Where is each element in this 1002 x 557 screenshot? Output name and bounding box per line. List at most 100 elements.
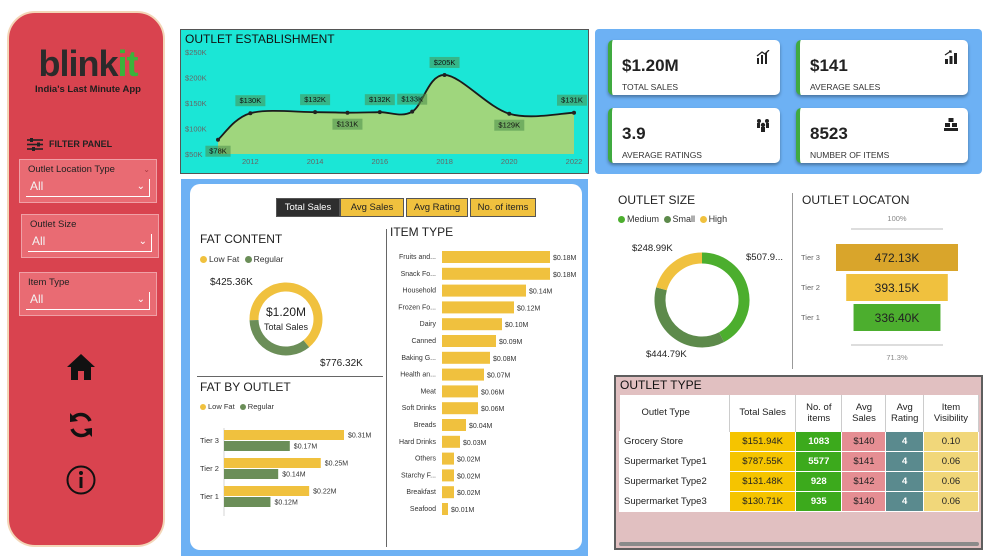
- col-avg-rating[interactable]: Avg Rating: [885, 395, 924, 431]
- data-label: $776.32K: [320, 358, 363, 369]
- y-tick-label: $150K: [185, 99, 207, 108]
- table-cell: 4: [885, 490, 924, 512]
- data-label: $0.12M: [517, 305, 541, 312]
- table-cell: $140: [841, 430, 887, 452]
- establishment-area-chart: $50K $100K $150K $200K $250K 2012 2014 2016 2018…: [185, 48, 587, 166]
- outlet-size-dropdown[interactable]: All ⌄: [28, 234, 152, 252]
- legend-dot-small: [663, 216, 671, 224]
- data-point: [313, 110, 318, 115]
- data-label: $0.25M: [325, 461, 349, 468]
- bar: [442, 318, 502, 331]
- col-item-visibility[interactable]: Item Visibility: [923, 395, 980, 431]
- legend-dot-high: [699, 216, 707, 224]
- donut-center-label: Total Sales: [264, 322, 309, 332]
- bar: [442, 301, 514, 314]
- items-boxes-icon: [944, 118, 958, 131]
- outlet-location-dropdown[interactable]: All ⌄: [26, 179, 150, 197]
- slicer-outlet-location-type[interactable]: Outlet Location Type ⌄ All ⌄: [19, 159, 157, 203]
- slicer-chevron-icon: ⌄: [143, 165, 150, 174]
- category-label: Breakfast: [406, 489, 436, 496]
- data-point: [410, 109, 415, 114]
- kpi-panel: $1.20M TOTAL SALES $141 AVERAGE SALES 3.9 A…: [595, 29, 982, 174]
- category-label: Seafood: [410, 506, 436, 513]
- table-row[interactable]: Supermarket Type1 $787.55K 5577 $141 4 0.06: [618, 450, 980, 472]
- data-label: $507.9...: [746, 252, 783, 263]
- col-avg-sales[interactable]: Avg Sales: [841, 395, 887, 431]
- bar: [442, 335, 496, 347]
- slicer-item-type[interactable]: Item Type All ⌄: [19, 272, 157, 316]
- category-label: Tier 2: [200, 464, 219, 473]
- horizontal-scrollbar[interactable]: [619, 542, 979, 546]
- data-label: $132K: [304, 95, 326, 104]
- category-label: Dairy: [420, 321, 437, 328]
- outlet-type-cell: Grocery Store: [618, 430, 731, 452]
- data-label: $0.06M: [481, 389, 505, 396]
- data-label: $0.09M: [499, 339, 523, 346]
- data-label: $0.03M: [463, 440, 487, 447]
- outlet-type-cell: Supermarket Type2: [618, 470, 731, 492]
- col-no-of-items[interactable]: No. of items: [795, 395, 843, 431]
- legend-dot-low-fat: [200, 404, 206, 411]
- item-type-dropdown[interactable]: All ⌄: [26, 292, 150, 310]
- info-icon[interactable]: [65, 464, 97, 496]
- table-row[interactable]: Supermarket Type3 $130.71K 935 $140 4 0.06: [618, 490, 980, 512]
- data-point: [442, 72, 447, 77]
- table-cell: 935: [795, 490, 843, 512]
- tab-avg-sales[interactable]: Avg Sales: [340, 198, 404, 217]
- data-point: [572, 110, 576, 115]
- table-row[interactable]: Supermarket Type2 $131.48K 928 $142 4 0.06: [618, 470, 980, 492]
- table-cell: $142: [841, 470, 887, 492]
- x-tick-label: 2020: [501, 157, 518, 166]
- table-cell: $130.71K: [729, 490, 797, 512]
- outlet-location-funnel: 100% Tier 3 472.13K Tier 2 393.15K Tier 1 336.…: [801, 214, 958, 362]
- data-label: $130K: [240, 96, 262, 105]
- bar-regular: [224, 497, 271, 507]
- kpi-average-sales: $141 AVERAGE SALES: [796, 40, 968, 95]
- col-total-sales[interactable]: Total Sales: [729, 395, 797, 431]
- home-icon[interactable]: [65, 351, 97, 383]
- chart-up-icon: [756, 50, 770, 64]
- table-cell: 1083: [795, 430, 843, 452]
- category-label: Household: [403, 288, 437, 295]
- filter-icon: [27, 138, 43, 151]
- data-label: $0.12M: [274, 500, 298, 507]
- data-label: $444.79K: [646, 349, 687, 360]
- kpi-number-of-items: 8523 NUMBER OF ITEMS: [796, 108, 968, 163]
- bar: [442, 368, 484, 381]
- refresh-icon[interactable]: [65, 409, 97, 441]
- col-outlet-type[interactable]: Outlet Type: [619, 395, 731, 431]
- data-label: $0.01M: [451, 507, 475, 514]
- chevron-down-icon: ⌄: [136, 294, 145, 305]
- data-label: $0.22M: [313, 489, 337, 496]
- category-label: Tier 3: [200, 436, 219, 445]
- data-label: $0.02M: [457, 473, 481, 480]
- outlet-size-donut: $507.9... $444.79K $248.99K: [632, 243, 783, 360]
- category-label: Fruits and...: [399, 254, 436, 261]
- tab-total-sales[interactable]: Total Sales: [276, 198, 340, 217]
- data-label: $131K: [561, 96, 583, 105]
- category-label: Baking G...: [401, 355, 436, 362]
- table-row[interactable]: Grocery Store $151.94K 1083 $140 4 0.10: [618, 430, 980, 452]
- divider: [197, 376, 383, 377]
- category-label: Tier 3: [801, 253, 820, 262]
- data-label: $0.02M: [457, 490, 481, 497]
- bar: [442, 351, 490, 364]
- category-label: Breads: [414, 422, 437, 429]
- bar: [442, 435, 460, 448]
- fat-by-outlet-title: FAT BY OUTLET: [200, 380, 291, 394]
- table-cell: $151.94K: [729, 430, 797, 452]
- fat-by-outlet-chart: Tier 3 $0.31M $0.17M Tier 2 $0.25M $0.14M Tier…: [200, 428, 372, 516]
- category-label: Tier 1: [200, 492, 219, 501]
- rating-people-icon: [757, 119, 769, 132]
- tab-avg-rating[interactable]: Avg Rating: [406, 198, 468, 217]
- category-label: Health an...: [400, 372, 436, 379]
- tab-no-of-items[interactable]: No. of items: [470, 198, 536, 217]
- slicer-outlet-size[interactable]: Outlet Size All ⌄: [21, 214, 159, 258]
- outlet-type-cell: Supermarket Type1: [618, 450, 731, 472]
- data-point: [507, 111, 512, 116]
- chevron-down-icon: ⌄: [136, 181, 145, 192]
- category-label: Frozen Fo...: [398, 304, 436, 311]
- bar: [442, 419, 466, 431]
- outlet-establishment-panel: OUTLET ESTABLISHMENT $50K $100K $150K $200K…: [180, 29, 589, 174]
- data-label: $248.99K: [632, 243, 673, 254]
